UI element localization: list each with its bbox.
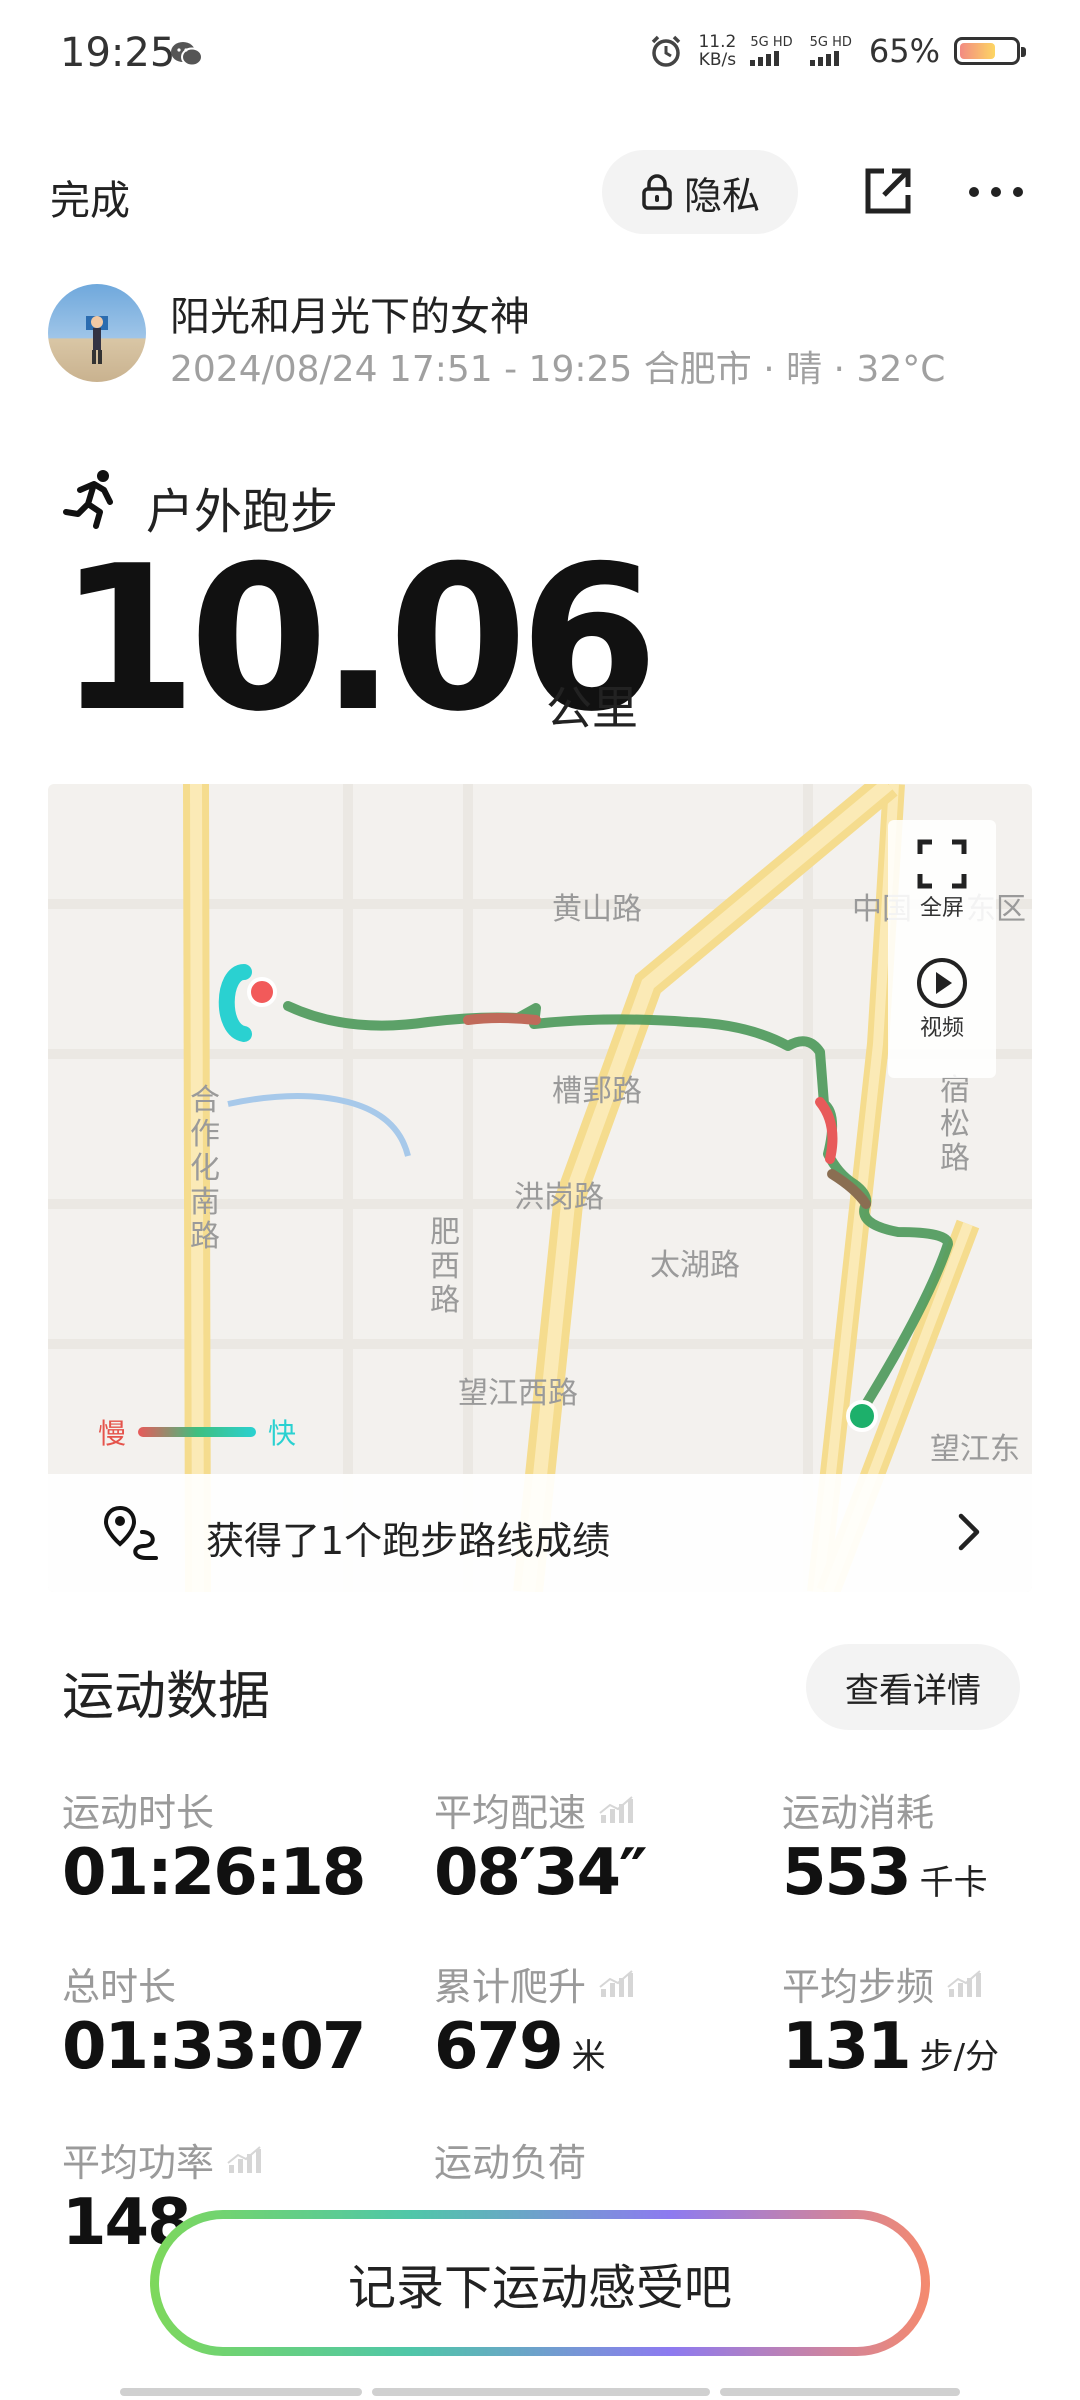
fullscreen-label: 全屏 (919, 896, 964, 921)
share-icon[interactable] (862, 165, 914, 217)
fullscreen-icon (917, 839, 967, 889)
stat-unit: 千卡 (919, 1863, 988, 1903)
status-right: 11.2 KB/s 5G HD 5G HD 65% (648, 32, 1026, 70)
status-time: 19:25 (60, 30, 176, 76)
stat-label: 运动负荷 (434, 2132, 586, 2187)
stat-label: 运动消耗 (782, 1782, 934, 1837)
status-bar: 19:25 11.2 KB/s 5G HD 5G HD 65% (0, 0, 1080, 110)
battery-icon (954, 37, 1026, 65)
signal-icon-2: 5G HD (809, 35, 855, 66)
privacy-label: 隐私 (683, 173, 760, 218)
stat-label: 平均步频 (782, 1956, 984, 2011)
feedback-label: 记录下运动感受吧 (159, 2219, 921, 2347)
video-button[interactable]: 视频 (888, 956, 996, 1042)
stat-value: 131 步/分 (782, 2010, 999, 2084)
stat-label-text: 运动消耗 (782, 1791, 935, 1835)
username: 阳光和月光下的女神 (170, 294, 530, 340)
home-indicator (120, 2388, 362, 2396)
trend-chart-icon[interactable] (598, 1969, 636, 1999)
map-label: 宿松路 (940, 1073, 970, 1176)
stat-value-number: 01:26:18 (62, 1836, 366, 1910)
net-speed-value: 11.2 (698, 32, 737, 52)
stat-value: 679 米 (434, 2010, 606, 2084)
route-achievement-row[interactable]: 获得了1个跑步路线成绩 (48, 1474, 1032, 1592)
avatar-image (86, 316, 108, 364)
stat-value-number: 131 (782, 2010, 912, 2084)
stat-label: 累计爬升 (434, 1956, 636, 2011)
stat-unit: 米 (571, 2037, 606, 2077)
more-icon[interactable] (966, 180, 1026, 204)
stat-label-text: 平均步频 (782, 1965, 935, 2009)
stat-label: 平均配速 (434, 1782, 636, 1837)
sim1-label: 5G HD (750, 35, 793, 50)
stat-label-text: 运动负荷 (434, 2141, 587, 2185)
stat-label-text: 总时长 (62, 1965, 177, 2009)
stat-label-text: 平均功率 (62, 2141, 215, 2185)
net-speed: 11.2 KB/s (698, 33, 736, 69)
legend-fast-label: 快 (268, 1417, 297, 1450)
play-icon (917, 958, 967, 1008)
route-achievement-text: 获得了1个跑步路线成绩 (206, 1519, 611, 1563)
map-label: 槽郢路 (552, 1074, 642, 1109)
stat-value: 01:26:18 (62, 1836, 366, 1910)
stat-value-number: 553 (782, 1836, 912, 1910)
route-map[interactable]: 黄山路 中国 东区 槽郢路 洪岗路 太湖路 望江西路 望江东 合作化南路 肥西路… (48, 784, 1032, 1592)
lock-icon (642, 174, 672, 210)
sim2-label: 5G HD (809, 35, 852, 50)
stat-value-number: 08′34″ (434, 1836, 648, 1910)
stat-label-text: 平均配速 (434, 1791, 587, 1835)
done-button[interactable]: 完成 (50, 168, 130, 226)
view-details-button[interactable]: 查看详情 (806, 1644, 1020, 1730)
distance-unit: 公里 (546, 681, 638, 735)
stat-value: 08′34″ (434, 1836, 648, 1910)
pace-gradient-bar (138, 1427, 257, 1437)
running-icon (63, 470, 113, 529)
map-label: 望江西路 (458, 1376, 578, 1411)
alarm-icon (652, 35, 681, 67)
privacy-button[interactable]: 隐私 (602, 150, 798, 234)
stat-value-number: 01:33:07 (62, 2010, 366, 2084)
pace-legend: 慢 快 (98, 1412, 296, 1452)
chevron-right-icon (958, 1513, 980, 1551)
trend-chart-icon[interactable] (946, 1969, 984, 1999)
stat-unit: 步/分 (919, 2037, 1000, 2077)
stat-label: 运动时长 (62, 1782, 214, 1837)
trend-chart-icon[interactable] (598, 1795, 636, 1825)
signal-icon: 5G HD (750, 36, 795, 66)
feedback-button[interactable]: 记录下运动感受吧 (150, 2210, 930, 2356)
legend-slow-label: 慢 (98, 1417, 127, 1450)
avatar[interactable] (48, 284, 146, 382)
stat-label: 平均功率 (62, 2132, 264, 2187)
stat-label-text: 累计爬升 (434, 1965, 587, 2009)
route-pin-icon (103, 1505, 158, 1560)
map-label: 望江东 (930, 1432, 1020, 1467)
map-controls: 全屏 视频 (888, 820, 996, 1078)
section-title: 运动数据 (62, 1667, 271, 1727)
video-label: 视频 (919, 1016, 964, 1041)
home-indicator (720, 2388, 960, 2396)
map-label: 合作化南路 (190, 1083, 220, 1254)
battery-fill (960, 43, 996, 59)
map-label: 肥西路 (430, 1215, 460, 1318)
stat-value-number: 679 (434, 2010, 564, 2084)
wechat-icon (171, 42, 203, 67)
stat-label-text: 运动时长 (62, 1791, 215, 1835)
map-label: 洪岗路 (514, 1180, 604, 1215)
net-speed-unit: KB/s (698, 50, 737, 70)
stat-value: 553 千卡 (782, 1836, 988, 1910)
stat-label: 总时长 (62, 1956, 176, 2011)
activity-meta: 2024/08/24 17:51 - 19:25 合肥市 · 晴 · 32°C (170, 349, 946, 390)
trend-chart-icon[interactable] (226, 2145, 264, 2175)
map-label: 太湖路 (650, 1248, 740, 1283)
map-label: 黄山路 (552, 892, 642, 927)
battery-percent: 65% (868, 32, 940, 70)
stat-value: 01:33:07 (62, 2010, 366, 2084)
home-indicator (372, 2388, 710, 2396)
fullscreen-button[interactable]: 全屏 (888, 838, 996, 922)
